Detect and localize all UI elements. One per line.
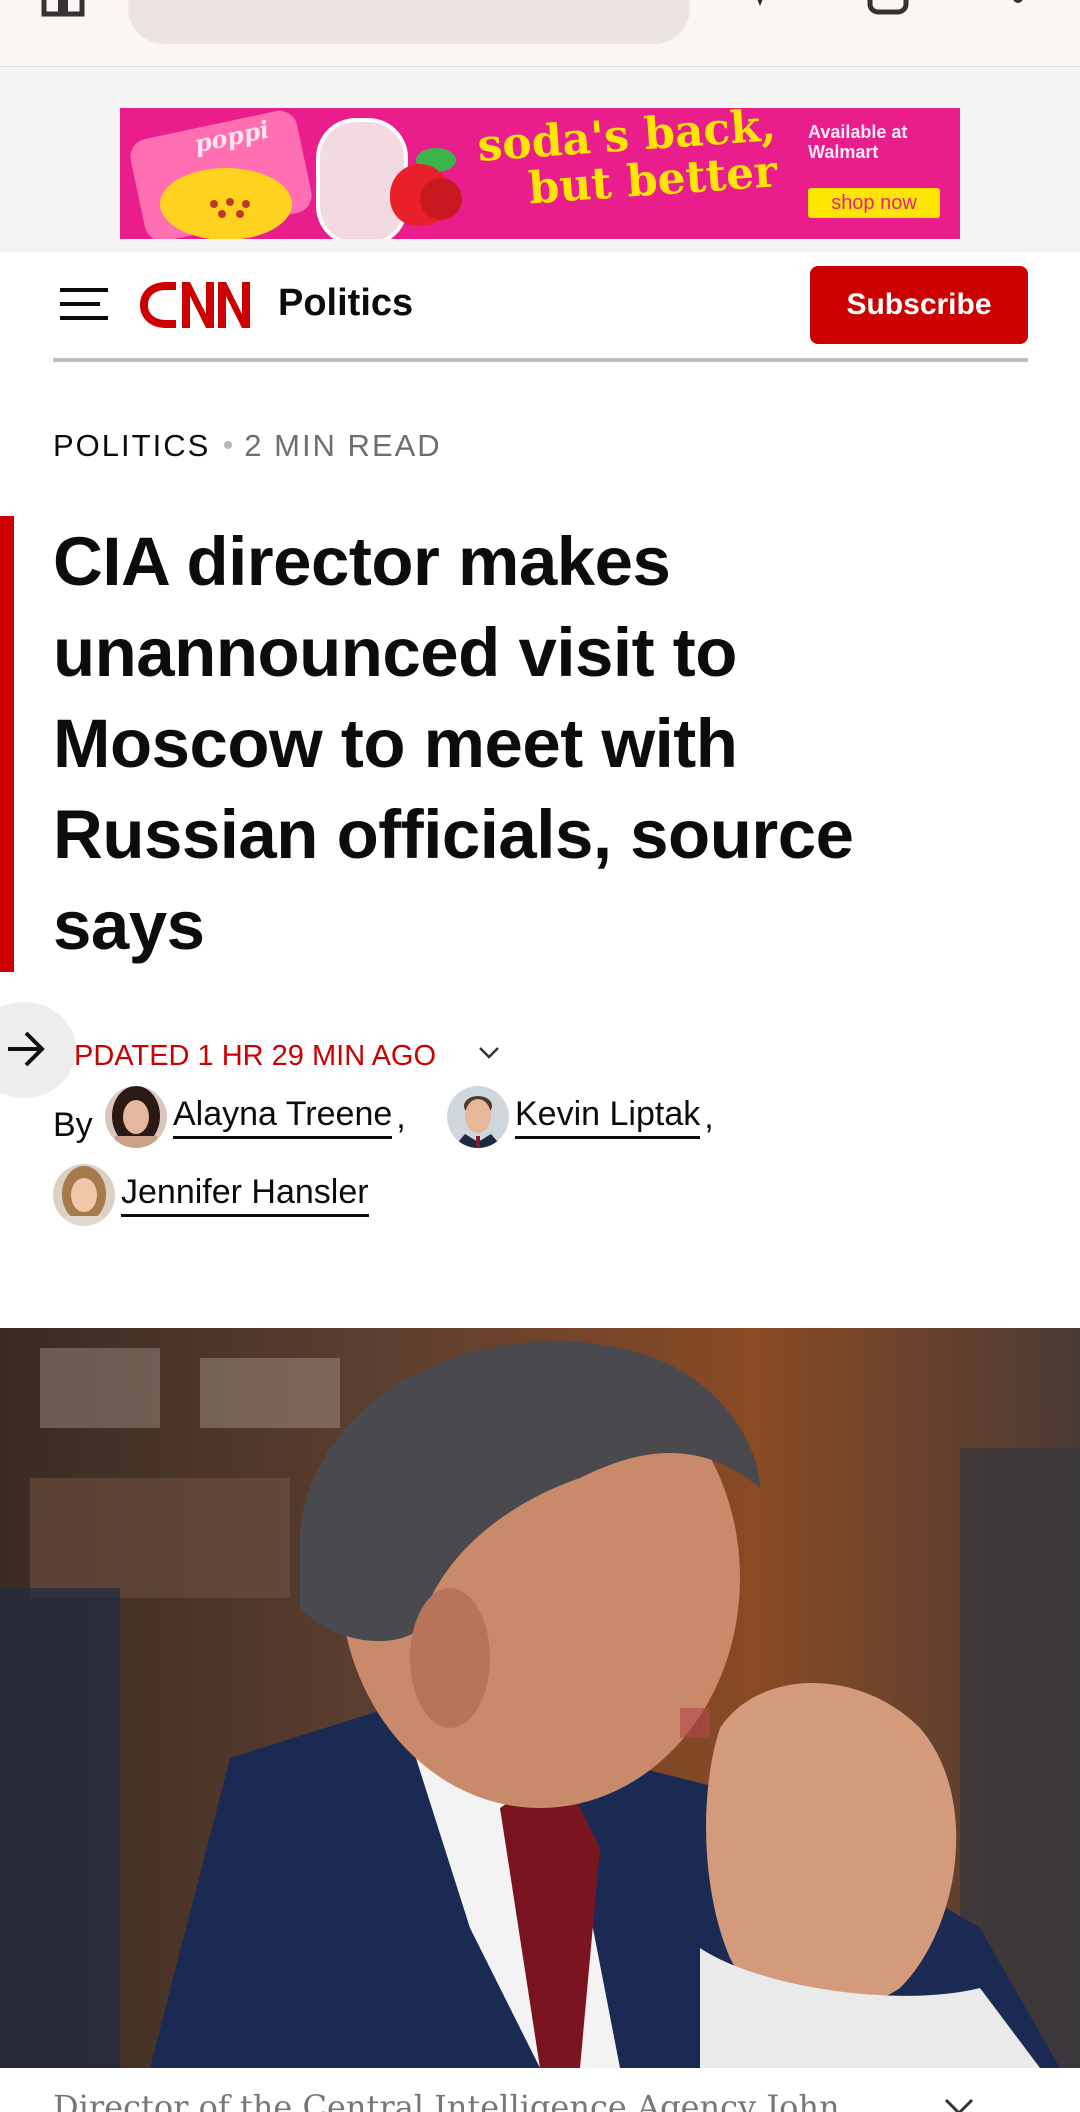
- ad-available-line1: Available at: [808, 122, 908, 142]
- author-name[interactable]: Jennifer Hansler: [121, 1173, 369, 1217]
- ad-banner[interactable]: poppi soda's back, but better Available …: [120, 108, 960, 239]
- by-label: By: [53, 1106, 93, 1144]
- section-title[interactable]: Politics: [278, 282, 413, 325]
- caption-bar: Director of the Central Intelligence Age…: [0, 2068, 1080, 2112]
- site-header: Politics Subscribe: [0, 252, 1080, 360]
- arrow-right-icon: [8, 1031, 45, 1067]
- updated-timestamp: PDATED 1 HR 29 MIN AGO: [74, 1040, 437, 1072]
- ad-strawberry-image: [420, 178, 462, 220]
- sparkle-icon[interactable]: [736, 0, 784, 20]
- chevron-down-icon[interactable]: [944, 2098, 974, 2112]
- ad-headline: soda's back, but better: [476, 108, 781, 216]
- author-item[interactable]: Alayna Treene,: [105, 1086, 406, 1148]
- article-headline: CIA director makes unannounced visit to …: [53, 523, 854, 964]
- author-item[interactable]: Kevin Liptak,: [447, 1086, 714, 1148]
- kicker-readtime: 2 MIN READ: [244, 428, 442, 463]
- hamburger-menu-icon[interactable]: [60, 286, 108, 322]
- home-icon[interactable]: [40, 0, 86, 18]
- address-bar[interactable]: cnn.com/2025/03/2: [128, 0, 690, 44]
- browser-toolbar: cnn.com/2025/03/2: [0, 0, 1080, 67]
- ad-shop-now-button[interactable]: shop now: [808, 188, 940, 218]
- ad-available-line2: Walmart: [808, 142, 879, 162]
- more-menu-icon[interactable]: [1008, 0, 1028, 20]
- subscribe-button[interactable]: Subscribe: [810, 266, 1028, 344]
- article-kicker: POLITICS 2 MIN READ: [53, 428, 442, 464]
- floating-arrow-button[interactable]: [0, 1002, 76, 1098]
- author-separator: ,: [396, 1097, 406, 1136]
- avatar: [105, 1086, 167, 1148]
- author-item[interactable]: Jennifer Hansler: [53, 1164, 373, 1226]
- hero-photo: [0, 1328, 1080, 2068]
- hero-image[interactable]: [0, 1328, 1080, 2068]
- tabs-icon[interactable]: [866, 0, 910, 18]
- author-separator: ,: [704, 1097, 714, 1136]
- headline-accent-bar: [0, 516, 14, 972]
- ad-lemon-seeds: [210, 198, 250, 218]
- author-name[interactable]: Kevin Liptak: [515, 1095, 701, 1139]
- kicker-section[interactable]: POLITICS: [53, 428, 210, 463]
- url-text: cnn.com/2025/03/2: [184, 0, 546, 9]
- avatar: [447, 1086, 509, 1148]
- kicker-dot: [224, 440, 233, 449]
- author-name[interactable]: Alayna Treene: [173, 1095, 393, 1139]
- header-divider: [53, 358, 1028, 362]
- ad-availability: Available at Walmart: [808, 122, 907, 162]
- cnn-logo[interactable]: [136, 276, 256, 334]
- chevron-down-icon[interactable]: [478, 1046, 500, 1060]
- avatar: [53, 1164, 115, 1226]
- image-caption: Director of the Central Intelligence Age…: [53, 2088, 840, 2112]
